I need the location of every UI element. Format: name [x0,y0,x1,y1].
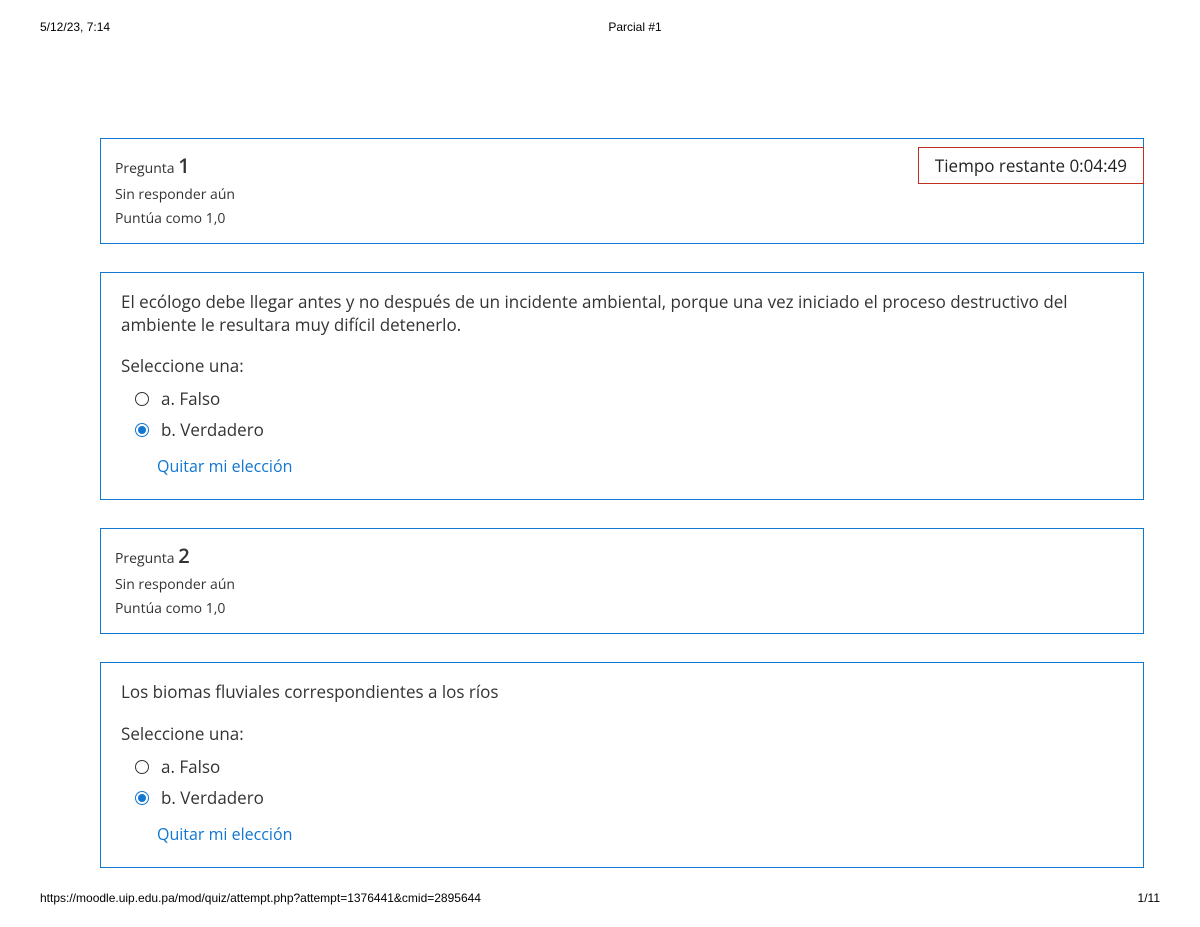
radio-icon[interactable] [135,392,149,406]
option-label: Falso [179,387,220,410]
question-1-body: El ecólogo debe llegar antes y no despué… [100,272,1144,501]
select-one-label: Seleccione una: [121,354,1123,377]
print-datetime: 5/12/23, 7:14 [40,20,110,34]
question-points: Puntúa como 1,0 [115,207,1129,231]
question-2-body: Los biomas fluviales correspondientes a … [100,662,1144,868]
option-b[interactable]: b. Verdadero [121,782,1123,813]
question-status: Sin responder aún [115,573,1129,597]
question-1-header: Pregunta 1 Sin responder aún Puntúa como… [100,138,1144,244]
question-label: Pregunta [115,549,175,568]
select-one-label: Seleccione una: [121,722,1123,745]
timer-label: Tiempo restante [935,154,1065,177]
question-label: Pregunta [115,159,175,178]
option-letter: a. [161,755,175,778]
question-2-header: Pregunta 2 Sin responder aún Puntúa como… [100,528,1144,634]
question-number: 2 [178,542,189,569]
question-number: 1 [178,152,189,179]
option-a[interactable]: a. Falso [121,383,1123,414]
question-status: Sin responder aún [115,183,1129,207]
print-header: 5/12/23, 7:14 Parcial #1 [0,20,1200,34]
timer-box: Tiempo restante 0:04:49 [918,147,1144,184]
option-label: Verdadero [180,418,264,441]
print-title: Parcial #1 [40,20,1160,34]
timer-value: 0:04:49 [1069,154,1127,177]
clear-choice-link[interactable]: Quitar mi elección [157,455,1123,477]
print-footer: https://moodle.uip.edu.pa/mod/quiz/attem… [0,891,1200,905]
option-letter: a. [161,387,175,410]
print-url: https://moodle.uip.edu.pa/mod/quiz/attem… [40,891,481,905]
radio-icon[interactable] [135,791,149,805]
question-points: Puntúa como 1,0 [115,597,1129,621]
print-page-number: 1/11 [1138,891,1160,905]
radio-icon[interactable] [135,423,149,437]
option-letter: b. [161,418,176,441]
quiz-content: Pregunta 1 Sin responder aún Puntúa como… [100,138,1144,896]
question-label-row: Pregunta 2 [115,539,1129,573]
question-text: Los biomas fluviales correspondientes a … [121,681,1123,704]
question-text: El ecólogo debe llegar antes y no despué… [121,291,1123,337]
option-b[interactable]: b. Verdadero [121,414,1123,445]
radio-icon[interactable] [135,760,149,774]
clear-choice-link[interactable]: Quitar mi elección [157,823,1123,845]
option-label: Verdadero [180,786,264,809]
option-letter: b. [161,786,176,809]
option-label: Falso [179,755,220,778]
option-a[interactable]: a. Falso [121,751,1123,782]
